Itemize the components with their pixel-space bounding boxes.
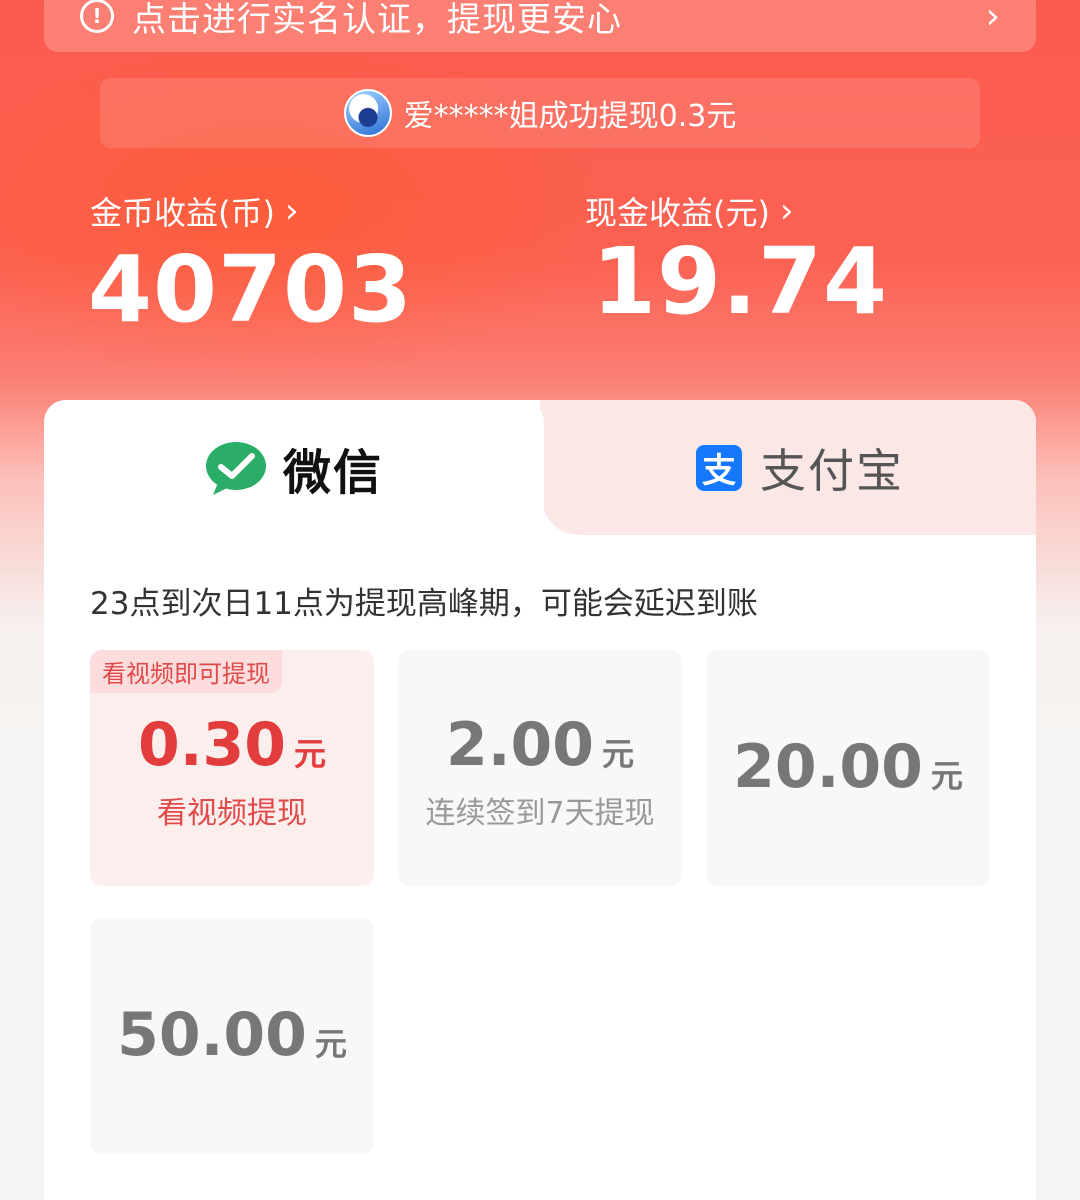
avatar bbox=[343, 89, 392, 137]
chevron-right-icon: › bbox=[779, 191, 794, 231]
withdraw-card: 微信 支 支付宝 23点到次日11点为提现高峰期，可能会延迟到账 看视频即可提现… bbox=[44, 400, 1036, 1200]
info-icon: ! bbox=[80, 0, 114, 33]
option-unit: 元 bbox=[314, 1025, 347, 1063]
coin-earnings-label: 金币收益(币) bbox=[90, 194, 275, 232]
option-amount: 0.30 元 bbox=[137, 710, 327, 780]
wechat-icon bbox=[205, 441, 266, 495]
option-subtitle: 连续签到7天提现 bbox=[425, 796, 655, 831]
option-unit: 元 bbox=[294, 735, 327, 773]
tab-alipay-label: 支付宝 bbox=[760, 443, 904, 498]
withdraw-option[interactable]: 看视频即可提现 0.30 元 看视频提现 bbox=[90, 650, 374, 886]
alipay-icon: 支 bbox=[696, 444, 742, 491]
chevron-right-icon: › bbox=[284, 191, 299, 231]
withdraw-notice: 23点到次日11点为提现高峰期，可能会延迟到账 bbox=[90, 586, 758, 622]
ticker-text: 爱*****姐成功提现0.3元 bbox=[403, 99, 737, 134]
tab-wechat-label: 微信 bbox=[282, 444, 383, 501]
tab-alipay[interactable]: 支 支付宝 bbox=[564, 400, 1036, 535]
option-tag: 看视频即可提现 bbox=[90, 650, 282, 693]
real-name-verify-banner[interactable]: ! 点击进行实名认证，提现更安心 › bbox=[44, 0, 1036, 52]
withdraw-option[interactable]: 2.00 元 连续签到7天提现 bbox=[398, 650, 682, 886]
option-amount: 20.00 元 bbox=[733, 732, 963, 802]
coin-earnings-value: 40703 bbox=[88, 236, 414, 343]
withdraw-option[interactable]: 20.00 元 bbox=[706, 650, 990, 886]
coin-earnings-link[interactable]: 金币收益(币) › bbox=[90, 188, 299, 234]
option-unit: 元 bbox=[602, 735, 635, 773]
verify-banner-text: 点击进行实名认证，提现更安心 bbox=[132, 0, 622, 40]
withdraw-ticker: 爱*****姐成功提现0.3元 bbox=[100, 78, 980, 148]
option-amount: 2.00 元 bbox=[445, 710, 635, 780]
option-unit: 元 bbox=[930, 757, 963, 795]
cash-earnings-value: 19.74 bbox=[592, 228, 889, 335]
tab-wechat[interactable]: 微信 bbox=[44, 400, 578, 535]
option-amount: 50.00 元 bbox=[117, 1000, 347, 1070]
option-subtitle: 看视频提现 bbox=[157, 796, 307, 831]
chevron-right-icon: › bbox=[985, 0, 1000, 37]
withdraw-option[interactable]: 50.00 元 bbox=[90, 918, 374, 1154]
